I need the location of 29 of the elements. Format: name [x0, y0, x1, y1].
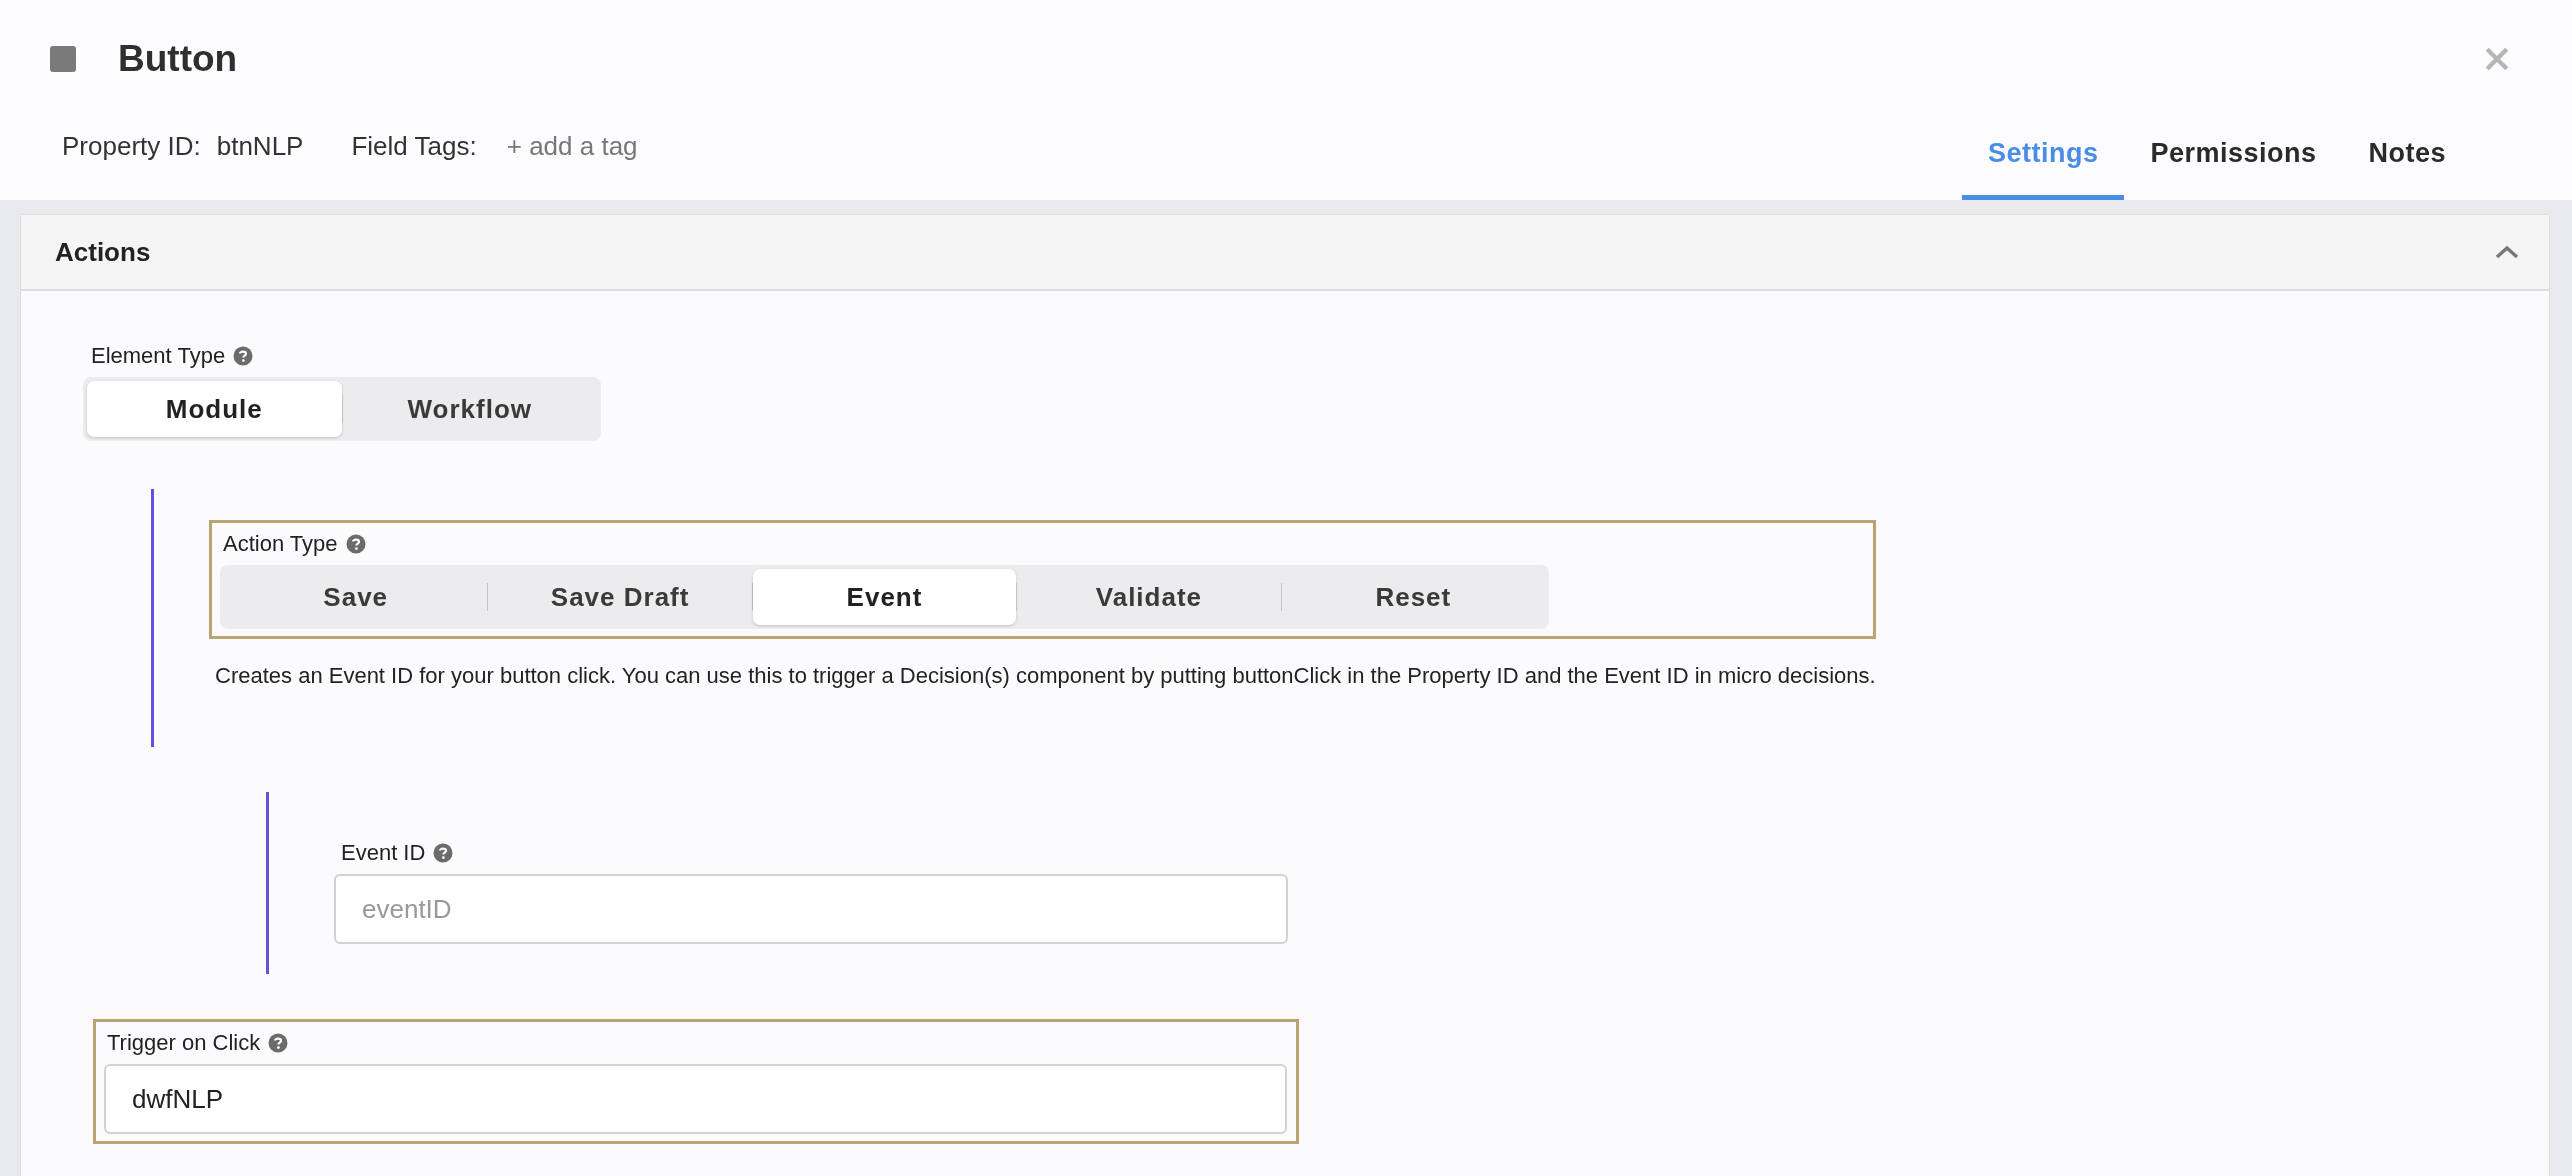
trigger-field[interactable]: dwfNLP	[104, 1064, 1287, 1134]
panel-header[interactable]: Actions	[21, 215, 2549, 291]
help-icon[interactable]	[345, 534, 366, 554]
property-value: btnNLP	[216, 131, 304, 162]
segment-tab[interactable]: Workflow	[342, 381, 597, 437]
add-tag-link[interactable]: + add a tag	[506, 131, 638, 162]
segment-tab[interactable]: Save Draft	[488, 569, 752, 625]
tab[interactable]: Permissions	[2124, 120, 2343, 200]
tags-label: Field Tags:	[351, 131, 477, 162]
field-label: Action Type	[223, 531, 338, 557]
help-icon[interactable]	[433, 843, 454, 863]
chevron-up-icon[interactable]	[2495, 245, 2519, 259]
description-text: Creates an Event ID for your button click. You can use this to trigger a Decision(s) component by putting buttonClick in the Property ID and the Event ID in micro decisions.	[215, 663, 1876, 689]
tab[interactable]: Notes	[2342, 120, 2472, 200]
field-label: Element Type	[91, 343, 226, 369]
segment-tab[interactable]: Reset	[1281, 569, 1546, 625]
field-label: Trigger on Click	[107, 1030, 261, 1056]
event-id-field[interactable]: eventID	[334, 874, 1288, 944]
property-label: Property ID:	[62, 131, 201, 162]
segment-tab[interactable]: Save	[224, 569, 488, 625]
square-icon	[50, 46, 76, 72]
segment-tab[interactable]: Validate	[1017, 569, 1281, 625]
help-icon[interactable]	[233, 346, 254, 366]
segment-tab[interactable]: Event	[752, 569, 1017, 625]
panel-title: Actions	[55, 236, 151, 268]
segment-tab[interactable]: Module	[87, 381, 342, 437]
dialog-title: Button	[118, 38, 238, 80]
help-icon[interactable]	[268, 1033, 289, 1053]
field-label: Event ID	[341, 840, 426, 866]
